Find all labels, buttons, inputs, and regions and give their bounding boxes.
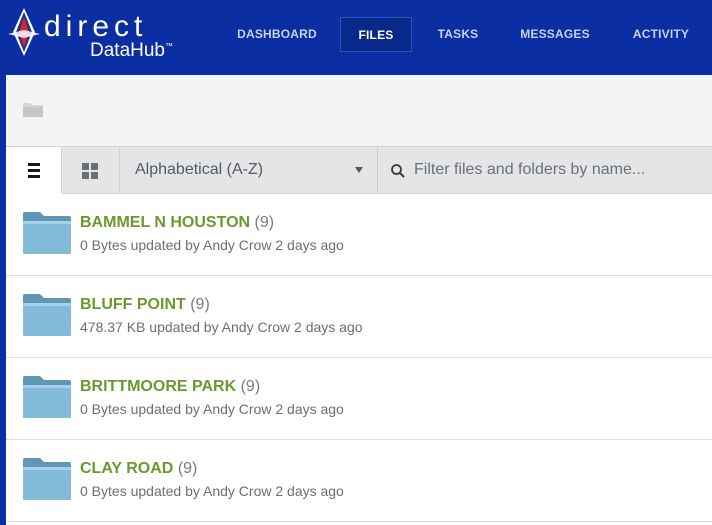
- folder-row[interactable]: BLUFF POINT (9) 478.37 KB updated by And…: [6, 276, 712, 358]
- folder-row[interactable]: BAMMEL N HOUSTON (9) 0 Bytes updated by …: [6, 194, 712, 276]
- folder-item-count: (9): [240, 378, 261, 395]
- grid-view-button[interactable]: [62, 147, 120, 194]
- folder-icon: [23, 294, 71, 336]
- folder-updated: updated by Andy Crow 2 days ago: [149, 319, 363, 335]
- folder-row[interactable]: BRITTMOORE PARK (9) 0 Bytes updated by A…: [6, 358, 712, 440]
- nav-tasks[interactable]: TASKS: [426, 17, 490, 52]
- folder-icon: [23, 212, 71, 254]
- nav-files[interactable]: FILES: [340, 17, 412, 52]
- main-nav: DASHBOARD FILES TASKS MESSAGES ACTIVITY: [0, 17, 712, 52]
- breadcrumb: [6, 75, 712, 146]
- search-icon: [391, 164, 405, 178]
- folder-name[interactable]: CLAY ROAD: [80, 460, 173, 477]
- folder-name[interactable]: BAMMEL N HOUSTON: [80, 214, 250, 231]
- list-view-button[interactable]: [6, 147, 62, 194]
- folder-meta: 0 Bytes updated by Andy Crow 2 days ago: [80, 401, 344, 417]
- file-toolbar: Alphabetical (A-Z): [6, 146, 712, 194]
- nav-dashboard[interactable]: DASHBOARD: [228, 17, 326, 52]
- sort-dropdown[interactable]: Alphabetical (A-Z): [120, 147, 378, 194]
- nav-activity[interactable]: ACTIVITY: [620, 17, 702, 52]
- sort-selected-value: Alphabetical (A-Z): [135, 161, 264, 178]
- grid-view-icon-cell: [91, 163, 98, 170]
- folder-size: 0 Bytes: [80, 237, 127, 253]
- folder-item-count: (9): [177, 460, 198, 477]
- files-content-area: Alphabetical (A-Z) BAMMEL N HOUSTON (9) …: [6, 75, 712, 525]
- folder-row[interactable]: CLAY ROAD (9) 0 Bytes updated by Andy Cr…: [6, 440, 712, 522]
- folder-size: 0 Bytes: [80, 401, 127, 417]
- filter-search-field[interactable]: [378, 147, 712, 194]
- folder-updated: updated by Andy Crow 2 days ago: [130, 483, 344, 499]
- folder-title[interactable]: BLUFF POINT (9): [80, 296, 210, 314]
- list-view-icon: [28, 163, 40, 166]
- folder-list: BAMMEL N HOUSTON (9) 0 Bytes updated by …: [6, 194, 712, 522]
- grid-view-icon-cell: [91, 172, 98, 179]
- search-input[interactable]: [414, 157, 704, 183]
- folder-updated: updated by Andy Crow 2 days ago: [130, 237, 344, 253]
- folder-meta: 478.37 KB updated by Andy Crow 2 days ag…: [80, 319, 363, 335]
- grid-view-icon: [82, 163, 89, 170]
- list-view-icon-bar: [28, 169, 40, 172]
- grid-view-icon-cell: [82, 172, 89, 179]
- folder-icon: [23, 376, 71, 418]
- folder-title[interactable]: BRITTMOORE PARK (9): [80, 378, 260, 396]
- top-navigation-bar: direct DataHub™ DASHBOARD FILES TASKS ME…: [0, 0, 712, 75]
- folder-icon: [23, 458, 71, 500]
- nav-messages[interactable]: MESSAGES: [510, 17, 600, 52]
- caret-down-icon: [355, 167, 363, 173]
- folder-updated: updated by Andy Crow 2 days ago: [130, 401, 344, 417]
- folder-size: 0 Bytes: [80, 483, 127, 499]
- folder-title[interactable]: CLAY ROAD (9): [80, 460, 197, 478]
- folder-meta: 0 Bytes updated by Andy Crow 2 days ago: [80, 237, 344, 253]
- folder-item-count: (9): [254, 214, 275, 231]
- folder-title[interactable]: BAMMEL N HOUSTON (9): [80, 214, 274, 232]
- folder-meta: 0 Bytes updated by Andy Crow 2 days ago: [80, 483, 344, 499]
- folder-item-count: (9): [190, 296, 210, 313]
- folder-name[interactable]: BRITTMOORE PARK: [80, 378, 236, 395]
- folder-size: 478.37 KB: [80, 319, 146, 335]
- list-view-icon-bar: [28, 175, 40, 178]
- folder-icon[interactable]: [22, 100, 44, 118]
- folder-name[interactable]: BLUFF POINT: [80, 296, 186, 313]
